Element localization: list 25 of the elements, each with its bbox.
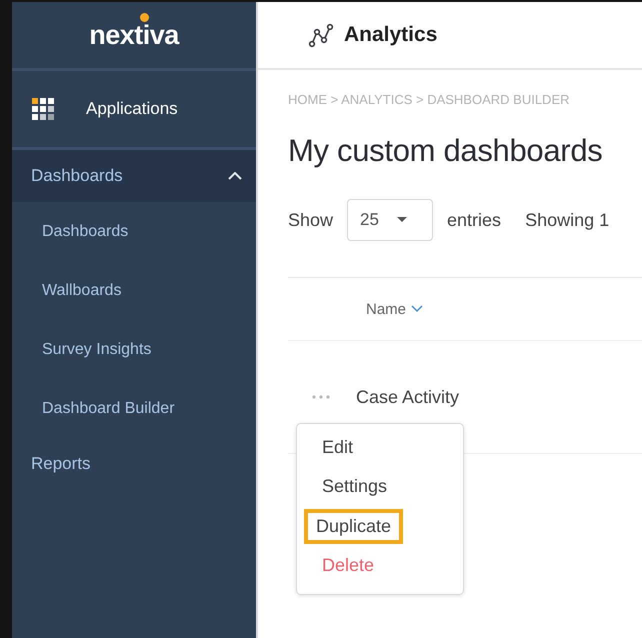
grid-icon (32, 98, 54, 120)
logo: nextiva (89, 20, 179, 50)
sidebar-item[interactable]: Dashboards (12, 202, 256, 261)
page-title: My custom dashboards (288, 133, 604, 169)
sidebar-item[interactable]: Survey Insights (12, 320, 256, 379)
table-cell: Case Activity (356, 386, 460, 408)
line-chart-icon (308, 22, 334, 48)
menu-item[interactable]: Edit (305, 430, 370, 464)
caret-up-icon (228, 172, 242, 180)
sidebar-section[interactable]: Reports (12, 438, 256, 490)
sidebar-section[interactable]: Dashboards (12, 150, 256, 202)
sidebar-item[interactable]: Dashboard Builder (12, 379, 256, 438)
menu-item[interactable]: Settings (305, 470, 404, 504)
menu-item[interactable]: Duplicate (304, 509, 404, 544)
entries-info: Showing 1 (525, 210, 610, 230)
dot-icon (140, 12, 150, 22)
app-title: Analytics (344, 23, 438, 47)
entries-select[interactable]: 25 (347, 199, 434, 241)
column-header[interactable]: Name (366, 300, 424, 318)
show-label: Show (288, 210, 334, 230)
breadcrumb: HOME > ANALYTICS > DASHBOARD BUILDER (288, 92, 570, 107)
sidebar-item[interactable]: Wallboards (12, 261, 256, 320)
dropdown-icon (396, 217, 407, 223)
menu-item[interactable]: Delete (305, 548, 392, 583)
entries-label: entries (447, 210, 502, 230)
